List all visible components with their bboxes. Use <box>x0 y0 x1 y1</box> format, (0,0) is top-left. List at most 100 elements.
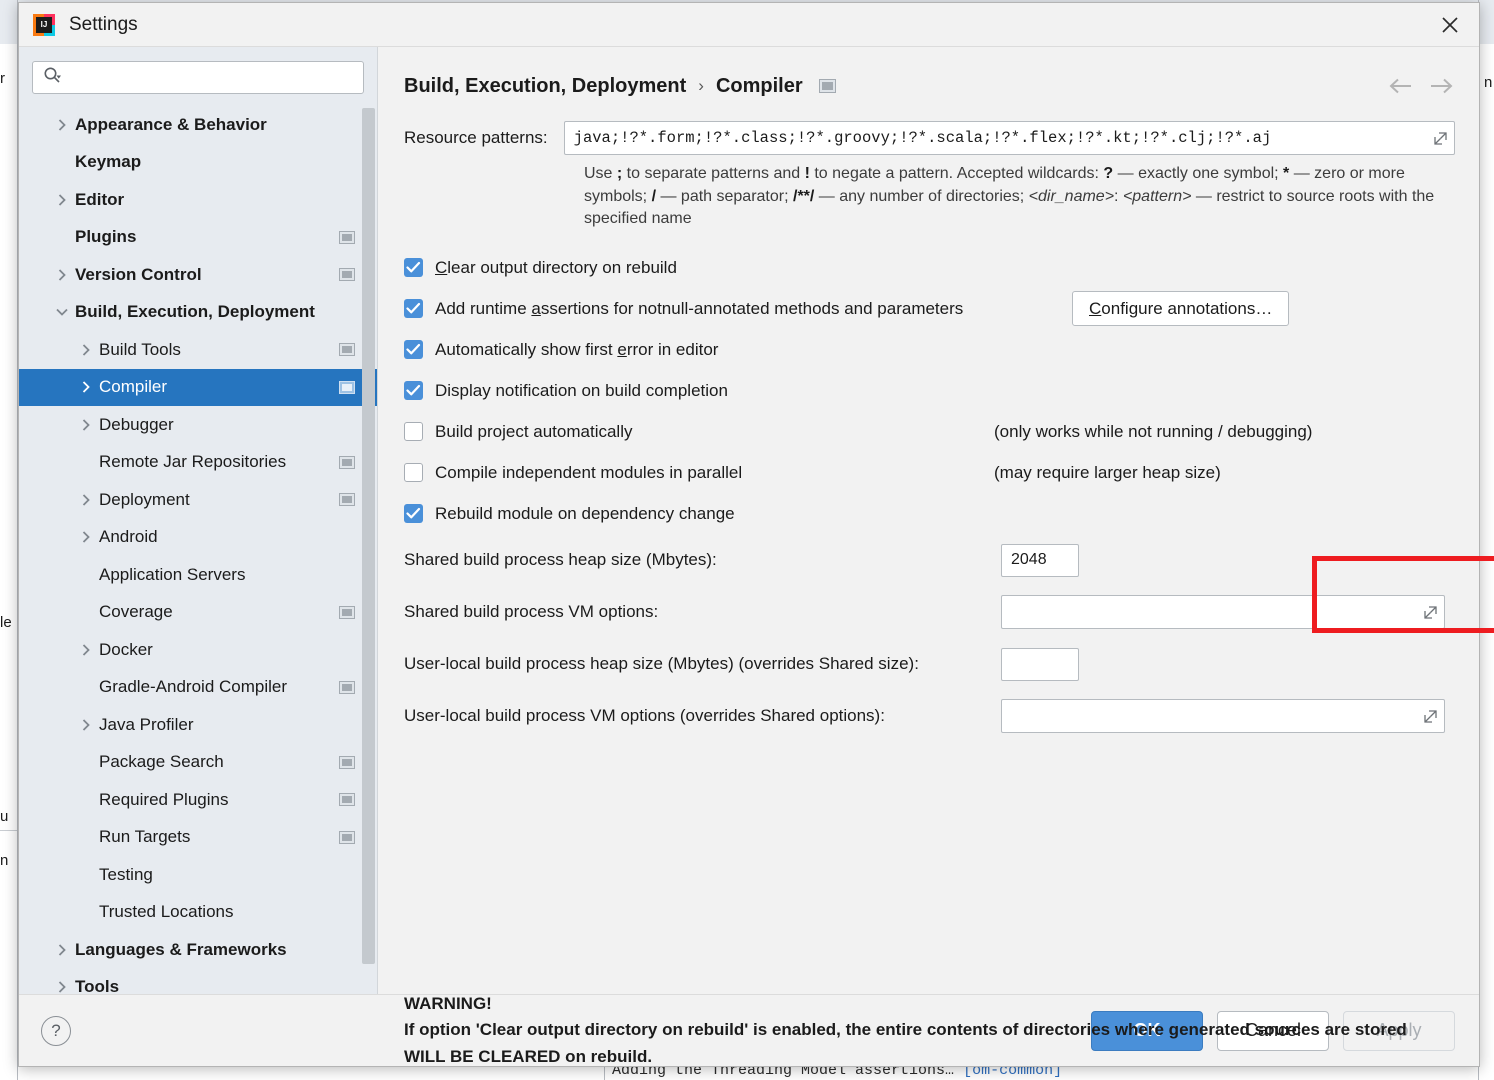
field-input[interactable] <box>1011 648 1072 680</box>
svg-text:IJ: IJ <box>41 20 48 29</box>
checkbox-unchecked-icon[interactable] <box>404 463 423 483</box>
checkbox-label[interactable]: Compile independent modules in parallel <box>435 463 742 483</box>
field-input-container[interactable] <box>1001 699 1445 734</box>
sidebar-item-label: Tools <box>75 977 120 994</box>
checkbox-row-build-project-automatically: Build project automatically (only works w… <box>404 411 1455 452</box>
breadcrumb-current: Compiler <box>715 74 803 97</box>
sidebar-item-languages-frameworks[interactable]: Languages & Frameworks <box>19 931 377 969</box>
checkbox-label[interactable]: Add runtime assertions for notnull-annot… <box>435 299 963 319</box>
resource-patterns-input[interactable] <box>573 122 1426 154</box>
checkbox-checked-icon[interactable] <box>404 504 423 524</box>
sidebar-item-label: Coverage <box>99 602 173 622</box>
sidebar-item-package-search[interactable]: Package Search <box>19 744 377 782</box>
sidebar-item-build-tools[interactable]: Build Tools <box>19 331 377 369</box>
backdrop-text-fragment: le <box>0 614 12 631</box>
sidebar-item-plugins[interactable]: Plugins <box>19 219 377 257</box>
expand-icon[interactable] <box>1432 130 1448 146</box>
close-icon[interactable] <box>1429 8 1471 42</box>
field-row-shared-build-process-heap-size-mbytes: Shared build process heap size (Mbytes): <box>404 534 1455 586</box>
sidebar-item-android[interactable]: Android <box>19 519 377 557</box>
sidebar-item-remote-jar-repositories[interactable]: Remote Jar Repositories <box>19 444 377 482</box>
field-input[interactable] <box>1011 700 1416 733</box>
checkbox-row-rebuild-module-on-dependency-change: Rebuild module on dependency change <box>404 493 1455 534</box>
sidebar-item-docker[interactable]: Docker <box>19 631 377 669</box>
field-label: User-local build process VM options (ove… <box>404 706 885 726</box>
checkbox-label[interactable]: Display notification on build completion <box>435 381 728 401</box>
backdrop-rule <box>0 830 17 831</box>
chevron-right-icon[interactable] <box>73 530 99 544</box>
chevron-right-icon[interactable] <box>73 418 99 432</box>
configure-annotations-button[interactable]: Configure annotations… <box>1072 291 1290 327</box>
settings-dialog: IJ Settings Appearance & Behavior Keymap… <box>18 2 1494 1067</box>
checkbox-label[interactable]: Build project automatically <box>435 422 632 442</box>
field-input-container[interactable] <box>1001 647 1079 681</box>
sidebar-item-coverage[interactable]: Coverage <box>19 594 377 632</box>
chevron-right-icon[interactable] <box>73 643 99 657</box>
checkbox-checked-icon[interactable] <box>404 258 423 278</box>
help-button[interactable]: ? <box>41 1015 71 1046</box>
sidebar-item-compiler[interactable]: Compiler <box>19 368 377 406</box>
sidebar-scrollbar[interactable] <box>362 108 375 990</box>
sidebar-item-trusted-locations[interactable]: Trusted Locations <box>19 894 377 932</box>
sidebar-item-build-execution-deployment[interactable]: Build, Execution, Deployment <box>19 294 377 332</box>
field-row-user-local-build-process-vm-options-overrides-shared: User-local build process VM options (ove… <box>404 690 1455 742</box>
sidebar-item-testing[interactable]: Testing <box>19 856 377 894</box>
settings-tree: Appearance & Behavior Keymap Editor Plugins… <box>19 104 377 994</box>
field-row-shared-build-process-vm-options: Shared build process VM options: <box>404 586 1455 638</box>
sidebar-item-keymap[interactable]: Keymap <box>19 144 377 182</box>
project-scope-badge-icon <box>339 793 355 807</box>
expand-icon[interactable] <box>1422 604 1438 620</box>
sidebar-item-required-plugins[interactable]: Required Plugins <box>19 781 377 819</box>
sidebar-item-label: Debugger <box>99 414 174 434</box>
checkbox-checked-icon[interactable] <box>404 299 423 319</box>
sidebar-item-debugger[interactable]: Debugger <box>19 406 377 444</box>
checkbox-unchecked-icon[interactable] <box>404 422 423 442</box>
checkbox-label[interactable]: Automatically show first error in editor <box>435 340 718 360</box>
sidebar-item-label: Java Profiler <box>99 714 194 734</box>
arrow-left-icon[interactable] <box>1381 69 1421 103</box>
chevron-right-icon[interactable] <box>49 943 75 957</box>
warning-title: WARNING! <box>404 994 492 1013</box>
chevron-right-icon[interactable] <box>49 980 75 994</box>
chevron-right-icon[interactable] <box>73 718 99 732</box>
checkbox-row-add-runtime-assertions-for-notnull-annotated-met: Add runtime assertions for notnull-annot… <box>404 288 1455 329</box>
checkbox-checked-icon[interactable] <box>404 340 423 360</box>
sidebar-item-run-targets[interactable]: Run Targets <box>19 819 377 857</box>
chevron-right-icon[interactable] <box>73 493 99 507</box>
expand-icon[interactable] <box>1422 708 1438 724</box>
project-scope-badge-icon <box>339 830 355 844</box>
field-input-container[interactable] <box>1001 595 1445 630</box>
sidebar-item-version-control[interactable]: Version Control <box>19 256 377 294</box>
sidebar-item-label: Plugins <box>75 227 137 247</box>
field-input[interactable] <box>1011 596 1416 629</box>
sidebar-item-editor[interactable]: Editor <box>19 181 377 219</box>
chevron-right-icon[interactable] <box>49 193 75 207</box>
sidebar-item-java-profiler[interactable]: Java Profiler <box>19 706 377 744</box>
project-scope-badge-icon <box>339 755 355 769</box>
breadcrumb-root[interactable]: Build, Execution, Deployment <box>404 75 686 98</box>
backdrop-text-fragment: r <box>0 70 5 87</box>
chevron-right-icon[interactable] <box>49 268 75 282</box>
field-input[interactable] <box>1011 544 1072 576</box>
sidebar-item-deployment[interactable]: Deployment <box>19 481 377 519</box>
search-box[interactable] <box>32 61 364 94</box>
checkbox-checked-icon[interactable] <box>404 381 423 401</box>
sidebar-item-appearance-behavior[interactable]: Appearance & Behavior <box>19 106 377 144</box>
chevron-down-icon[interactable] <box>49 305 75 319</box>
sidebar-item-label: Compiler <box>99 377 168 397</box>
chevron-right-icon[interactable] <box>49 118 75 132</box>
field-input-container[interactable] <box>1001 543 1079 577</box>
sidebar-item-tools[interactable]: Tools <box>19 969 377 994</box>
search-input[interactable] <box>68 62 355 93</box>
sidebar-scrollbar-thumb[interactable] <box>362 108 375 964</box>
sidebar-item-label: Appearance & Behavior <box>75 114 267 134</box>
sidebar-item-application-servers[interactable]: Application Servers <box>19 556 377 594</box>
checkbox-label[interactable]: Clear output directory on rebuild <box>435 258 677 278</box>
resource-patterns-field[interactable] <box>563 121 1455 155</box>
checkbox-label[interactable]: Rebuild module on dependency change <box>435 504 735 524</box>
chevron-right-icon[interactable] <box>73 380 99 394</box>
sidebar-item-gradle-android-compiler[interactable]: Gradle-Android Compiler <box>19 669 377 707</box>
sidebar-item-label: Gradle-Android Compiler <box>99 677 288 697</box>
chevron-right-icon[interactable] <box>73 343 99 357</box>
arrow-right-icon[interactable] <box>1421 69 1461 103</box>
